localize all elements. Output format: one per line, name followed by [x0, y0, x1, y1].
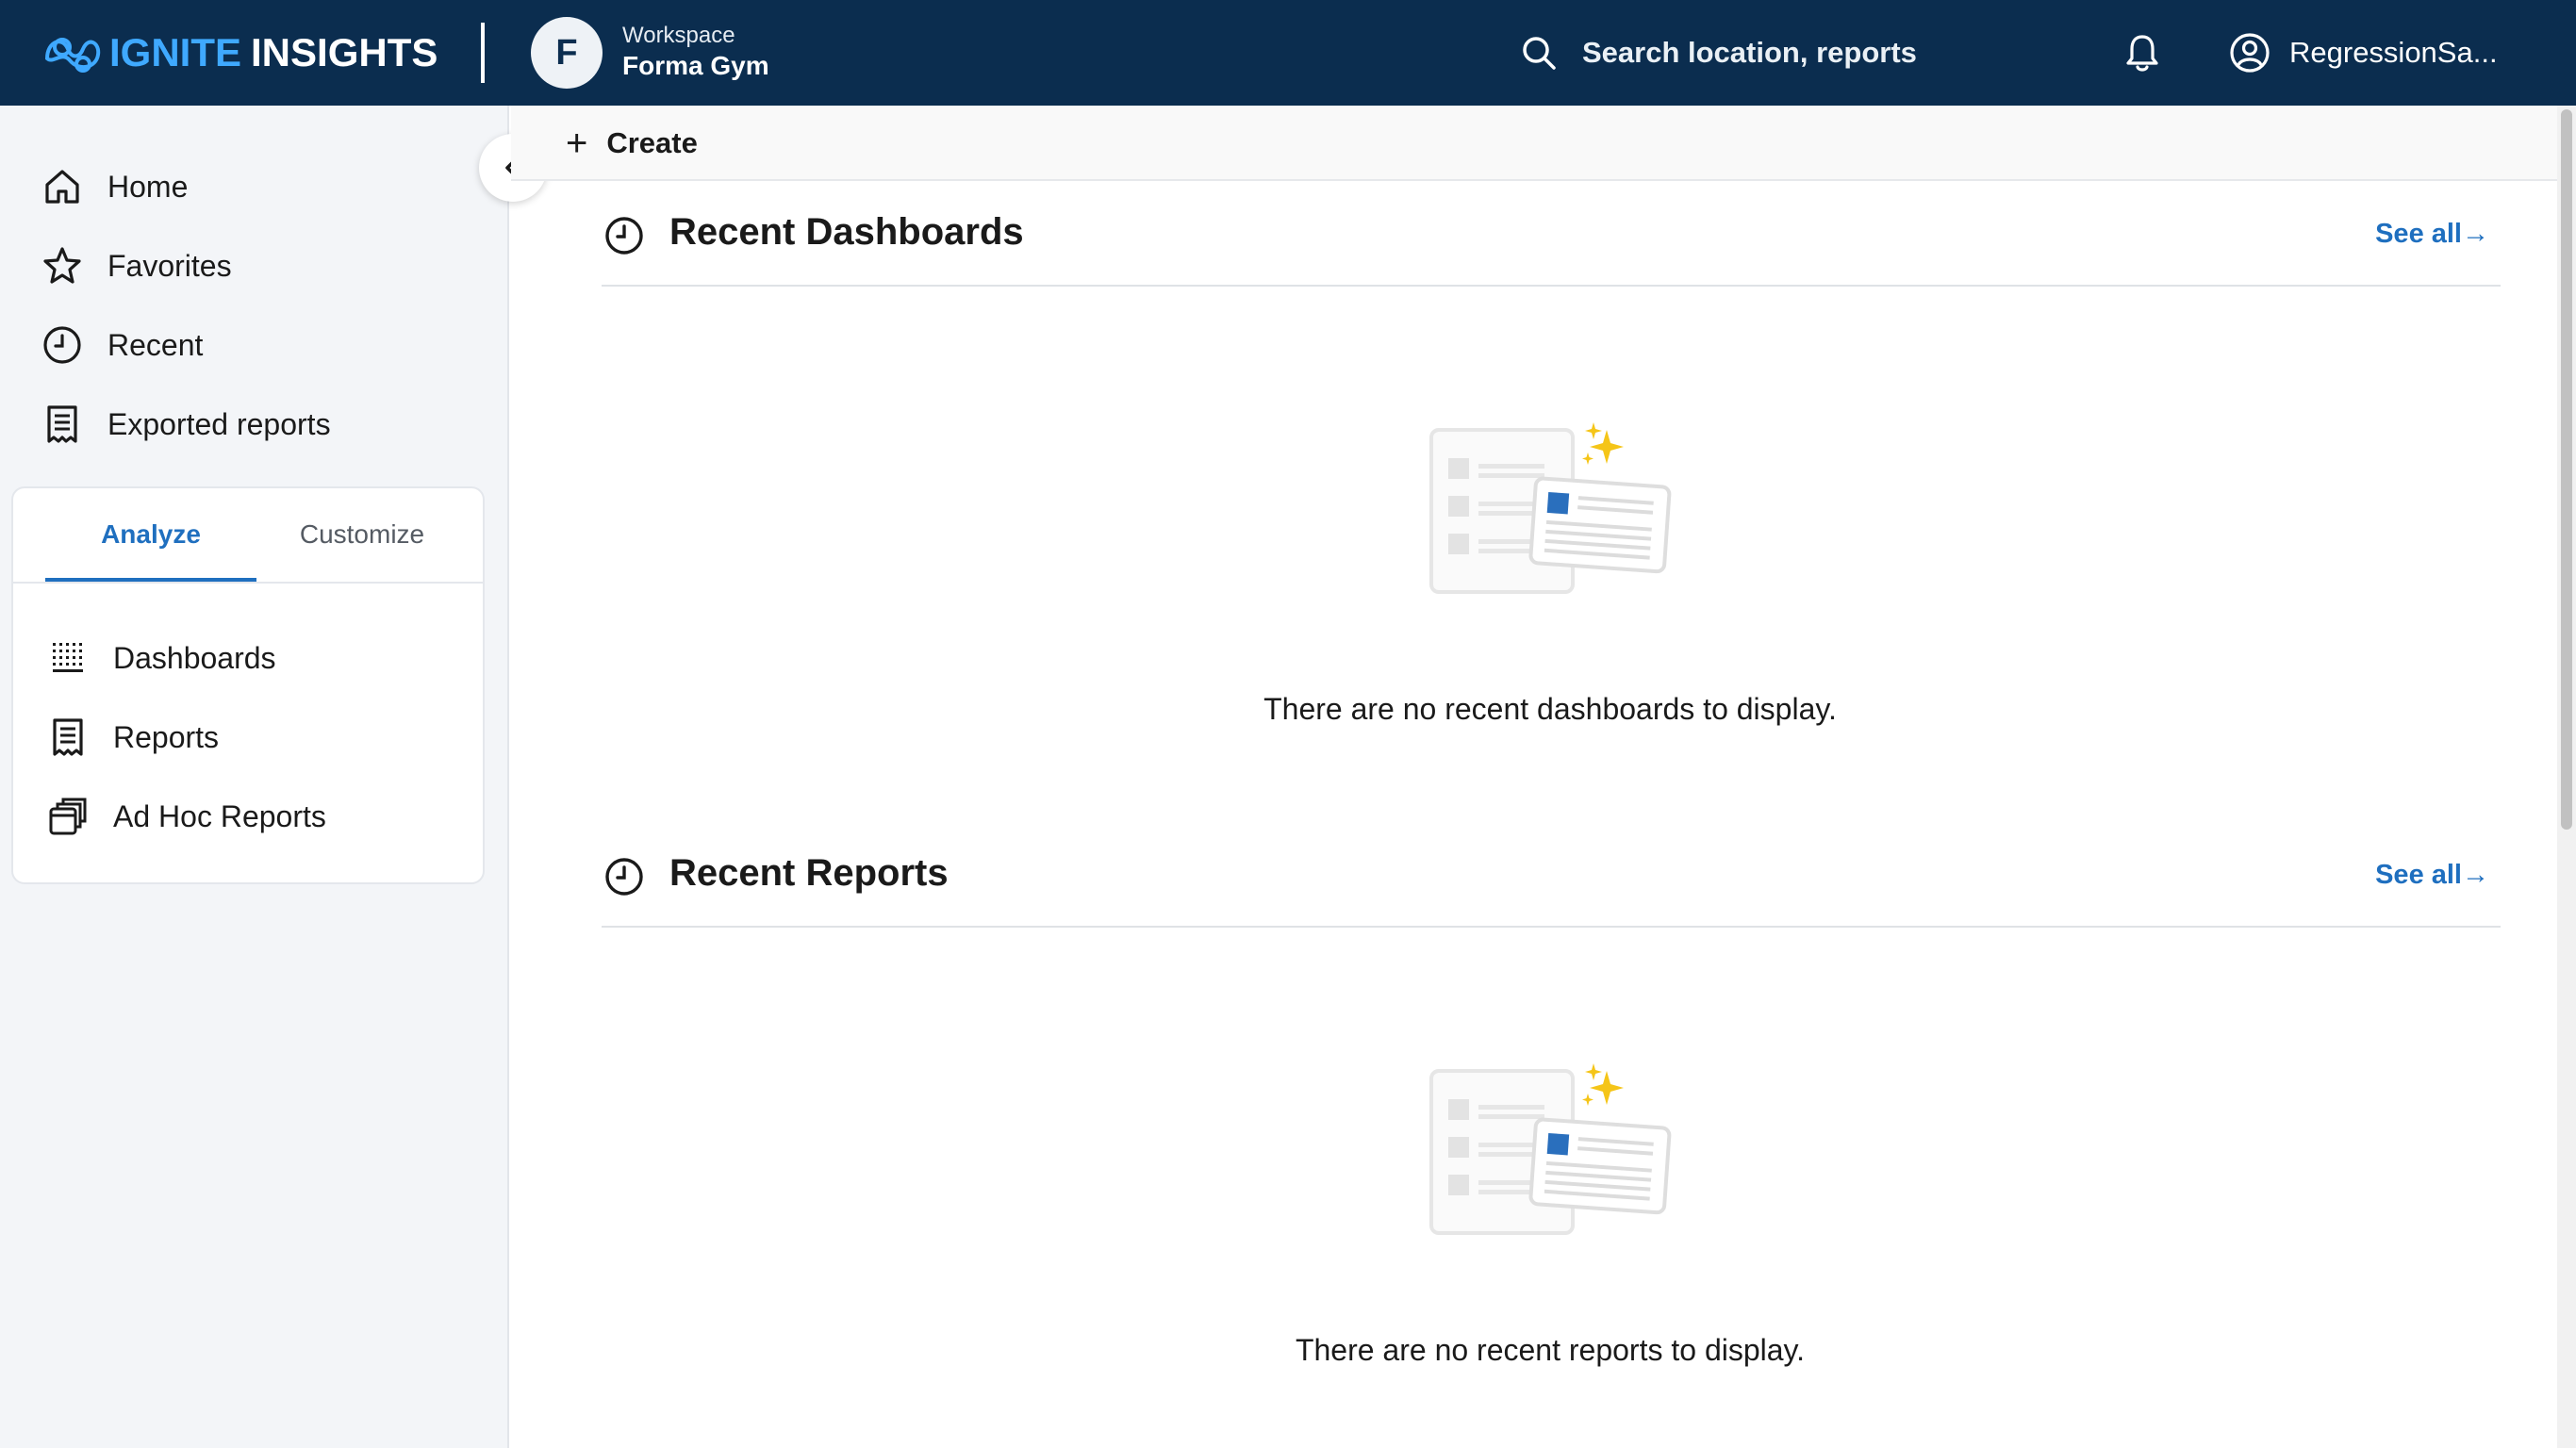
analyze-customize-panel: Analyze Customize Dashboards Reports Ad …: [11, 486, 485, 884]
tab-analyze[interactable]: Analyze: [45, 488, 256, 581]
receipt-icon: [47, 405, 77, 443]
sidebar-item-label: Ad Hoc Reports: [113, 798, 326, 833]
sidebar-item-dashboards[interactable]: Dashboards: [47, 632, 276, 684]
sidebar-item-label: Favorites: [107, 248, 232, 283]
workspace-avatar[interactable]: F: [531, 17, 603, 89]
stacked-windows-icon: [49, 798, 87, 835]
receipt-icon: [53, 718, 83, 756]
sidebar-item-label: Home: [107, 169, 189, 204]
sidebar-item-reports[interactable]: Reports: [47, 711, 219, 764]
clock-icon: [43, 326, 81, 364]
sidebar: Home Favorites Recent Exported reports A…: [0, 106, 509, 1448]
sidebar-item-home[interactable]: Home: [41, 160, 188, 213]
plus-icon: +: [566, 123, 588, 164]
top-bar: IGNITE INSIGHTS F Workspace Forma Gym Sea…: [0, 0, 2576, 106]
sidebar-item-label: Exported reports: [107, 406, 331, 441]
create-toolbar: + Create: [511, 106, 2557, 181]
sidebar-item-recent[interactable]: Recent: [41, 319, 203, 371]
brand-name-part1: IGNITE: [109, 30, 242, 74]
header-divider: [481, 23, 485, 83]
empty-state-illustration: [1429, 422, 1672, 594]
see-all-dashboards-link[interactable]: See all→: [2375, 219, 2489, 250]
search-icon: [1523, 37, 1556, 70]
workspace-label: Workspace: [622, 23, 735, 48]
bell-icon[interactable]: [2123, 32, 2161, 74]
tabs-divider: [13, 582, 483, 584]
recent-reports-header: Recent Reports See all→: [602, 837, 2501, 928]
user-name: RegressionSa...: [2289, 36, 2498, 69]
brand-logo[interactable]: IGNITE INSIGHTS: [41, 25, 438, 81]
sidebar-item-favorites[interactable]: Favorites: [41, 239, 232, 292]
search-input[interactable]: Search location, reports: [1520, 28, 1917, 77]
empty-reports-message: There are no recent reports to display.: [1295, 1333, 1806, 1367]
user-circle-icon: [2230, 33, 2270, 73]
empty-state-illustration: [1429, 1063, 1672, 1235]
workspace-name[interactable]: Forma Gym: [622, 51, 769, 81]
user-menu[interactable]: RegressionSa...: [2229, 28, 2498, 77]
clock-icon: [605, 217, 643, 255]
search-placeholder: Search location, reports: [1582, 36, 1917, 69]
star-icon: [43, 247, 81, 284]
brand-name-part2: INSIGHTS: [251, 30, 438, 74]
empty-dashboards-message: There are no recent dashboards to displa…: [1263, 692, 1837, 726]
home-icon: [45, 170, 79, 204]
section-title: Recent Dashboards: [669, 211, 1024, 253]
sidebar-item-exported-reports[interactable]: Exported reports: [41, 398, 331, 451]
sidebar-item-label: Reports: [113, 719, 220, 754]
create-label: Create: [606, 126, 698, 159]
see-all-reports-link[interactable]: See all→: [2375, 860, 2489, 891]
dotted-grid-icon: [53, 643, 83, 672]
sidebar-item-label: Recent: [107, 327, 204, 362]
main-scrollbar[interactable]: [2557, 106, 2576, 1448]
recent-dashboards-header: Recent Dashboards See all→: [602, 196, 2501, 287]
sidebar-item-ad-hoc-reports[interactable]: Ad Hoc Reports: [47, 790, 326, 843]
clock-icon: [605, 858, 643, 896]
section-title: Recent Reports: [669, 852, 949, 894]
scrollbar-thumb[interactable]: [2561, 109, 2572, 830]
ignite-logo-icon: [44, 38, 101, 73]
create-button[interactable]: + Create: [566, 121, 698, 166]
tab-customize[interactable]: Customize: [256, 488, 468, 581]
sidebar-item-label: Dashboards: [113, 640, 276, 675]
